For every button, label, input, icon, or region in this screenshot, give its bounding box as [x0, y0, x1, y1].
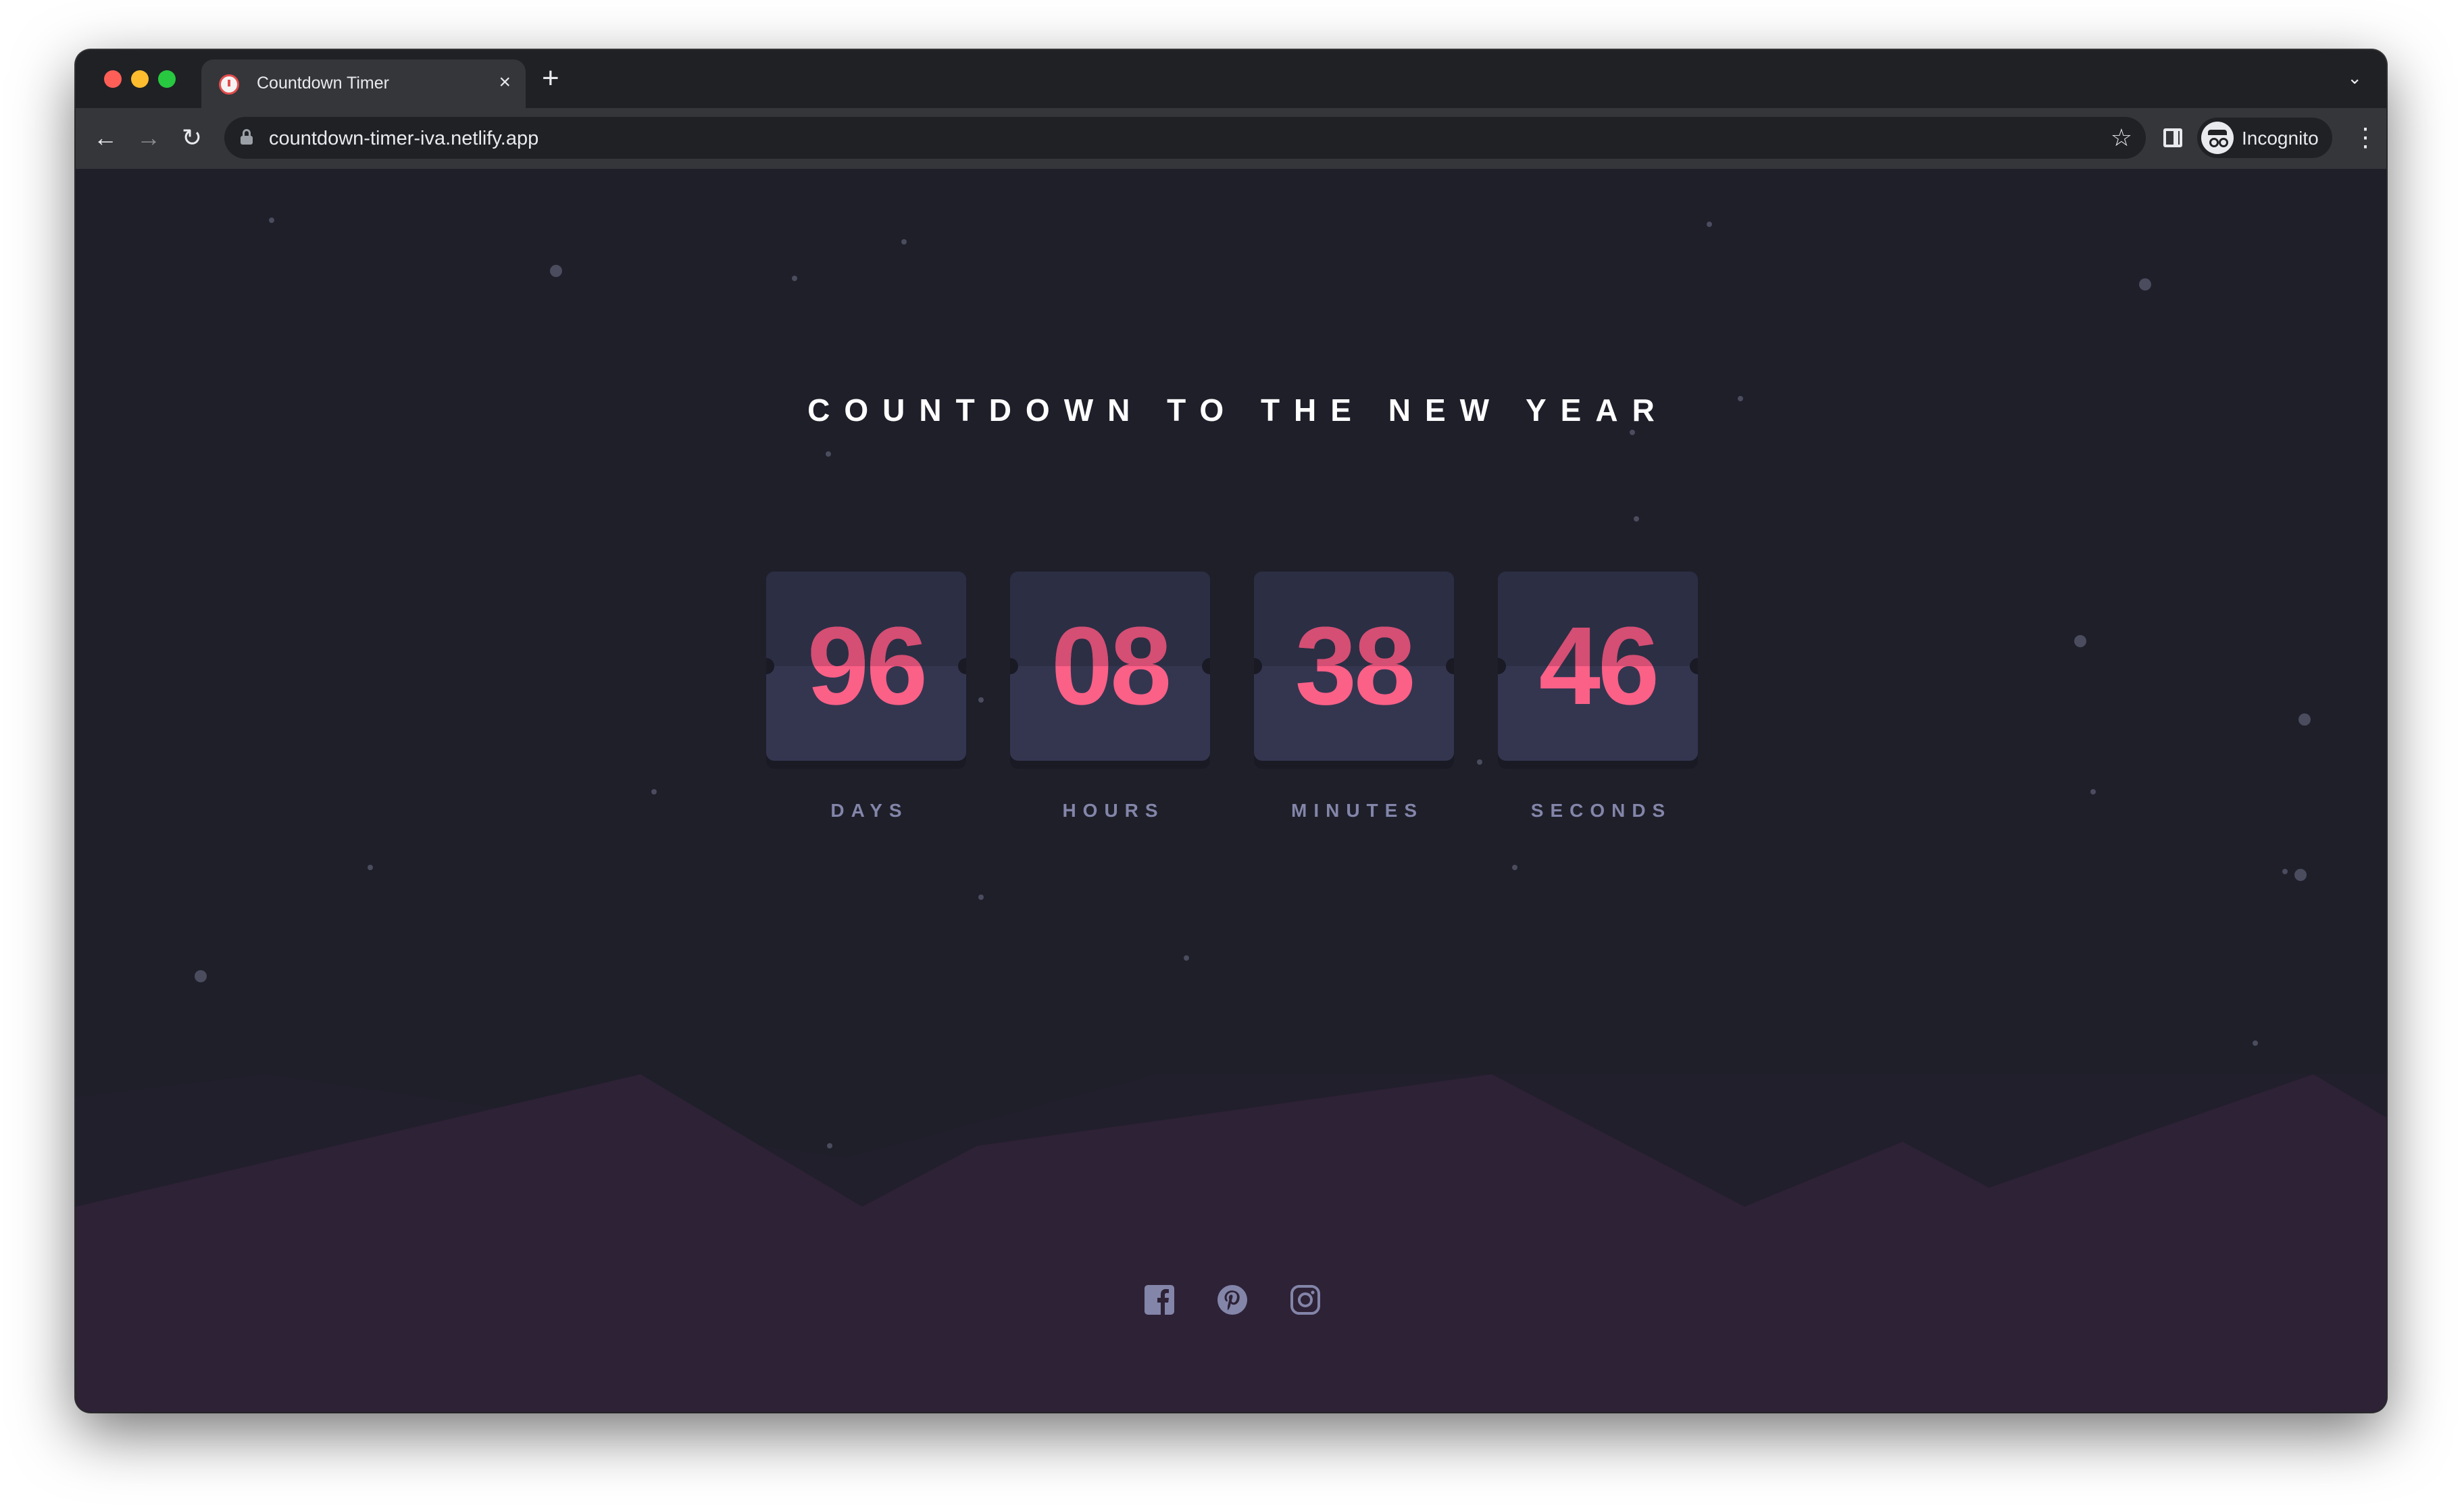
url-text[interactable]: countdown-timer-iva.netlify.app	[269, 128, 538, 150]
flip-card: 46 46	[1498, 572, 1698, 761]
pinterest-icon[interactable]	[1216, 1284, 1249, 1316]
star-decoration	[1634, 516, 1639, 522]
back-arrow-icon[interactable]: ←	[88, 120, 123, 155]
star-decoration	[195, 970, 207, 982]
timer-unit-seconds: 46 46 SECONDS	[1498, 572, 1698, 821]
star-decoration	[368, 865, 373, 870]
star-decoration	[901, 239, 907, 245]
star-decoration	[2298, 713, 2311, 726]
star-decoration	[2294, 869, 2307, 881]
new-tab-button[interactable]: +	[542, 64, 559, 93]
star-decoration	[2074, 635, 2086, 647]
hours-label: HOURS	[1062, 800, 1165, 821]
flip-card: 96 96	[766, 572, 966, 761]
incognito-icon	[2201, 122, 2234, 154]
hills-background	[76, 1074, 2386, 1412]
incognito-label: Incognito	[2242, 128, 2319, 149]
tab-search-icon[interactable]: ⌄	[2347, 68, 2362, 89]
star-decoration	[826, 451, 831, 457]
days-label: DAYS	[830, 800, 909, 821]
zoom-window-button[interactable]	[158, 70, 176, 88]
minimize-window-button[interactable]	[131, 70, 149, 88]
address-bar[interactable]: countdown-timer-iva.netlify.app ☆	[224, 117, 2146, 159]
minutes-label: MINUTES	[1291, 800, 1424, 821]
days-value-top: 96	[807, 604, 928, 666]
star-decoration	[651, 789, 657, 795]
side-panel-icon[interactable]	[2163, 128, 2182, 147]
incognito-profile-button[interactable]: Incognito	[2197, 118, 2332, 158]
hours-value-top: 08	[1051, 604, 1172, 666]
close-window-button[interactable]	[104, 70, 122, 88]
star-icon[interactable]: ☆	[2111, 124, 2132, 152]
timer-unit-days: 96 96 DAYS	[766, 572, 966, 821]
instagram-icon[interactable]	[1289, 1284, 1322, 1316]
star-decoration	[2139, 278, 2151, 291]
browser-window: Countdown Timer × + ⌄ ← → ↻ countdown-ti…	[76, 50, 2386, 1412]
page-title: COUNTDOWN TO THE NEW YEAR	[807, 393, 1669, 428]
timer-unit-minutes: 38 38 MINUTES	[1254, 572, 1454, 821]
tab-strip: Countdown Timer × + ⌄	[76, 50, 2386, 108]
facebook-icon[interactable]	[1143, 1284, 1176, 1316]
flip-card: 08 08	[1010, 572, 1210, 761]
star-decoration	[269, 218, 274, 223]
page-content: COUNTDOWN TO THE NEW YEAR 96 96 DAYS 08 …	[76, 169, 2386, 1412]
browser-toolbar: ← → ↻ countdown-timer-iva.netlify.app ☆ …	[76, 108, 2386, 170]
flip-card: 38 38	[1254, 572, 1454, 761]
countdown-timer: 96 96 DAYS 08 08 HOURS 38 38 MINUTES 46 …	[766, 572, 1699, 821]
star-decoration	[1630, 430, 1635, 435]
star-decoration	[550, 265, 562, 277]
reload-icon[interactable]: ↻	[174, 120, 209, 155]
seconds-label: SECONDS	[1530, 800, 1672, 821]
star-decoration	[2253, 1040, 2258, 1046]
menu-kebab-icon[interactable]: ⋮	[2353, 120, 2378, 155]
star-decoration	[2090, 789, 2096, 795]
tab-title: Countdown Timer	[257, 74, 389, 93]
tab-countdown-timer[interactable]: Countdown Timer ×	[201, 59, 526, 108]
forward-arrow-icon[interactable]: →	[131, 120, 166, 155]
close-tab-icon[interactable]: ×	[499, 69, 511, 96]
timer-unit-hours: 08 08 HOURS	[1010, 572, 1210, 821]
countdown-timer-icon	[219, 74, 239, 95]
lock-icon[interactable]	[241, 129, 253, 145]
star-decoration	[1512, 865, 1517, 870]
star-decoration	[978, 894, 984, 900]
star-decoration	[1184, 955, 1189, 961]
seconds-value-top: 46	[1538, 604, 1659, 666]
star-decoration	[2282, 869, 2288, 874]
minutes-value-top: 38	[1295, 604, 1415, 666]
star-decoration	[792, 276, 797, 281]
star-decoration	[1707, 222, 1712, 227]
